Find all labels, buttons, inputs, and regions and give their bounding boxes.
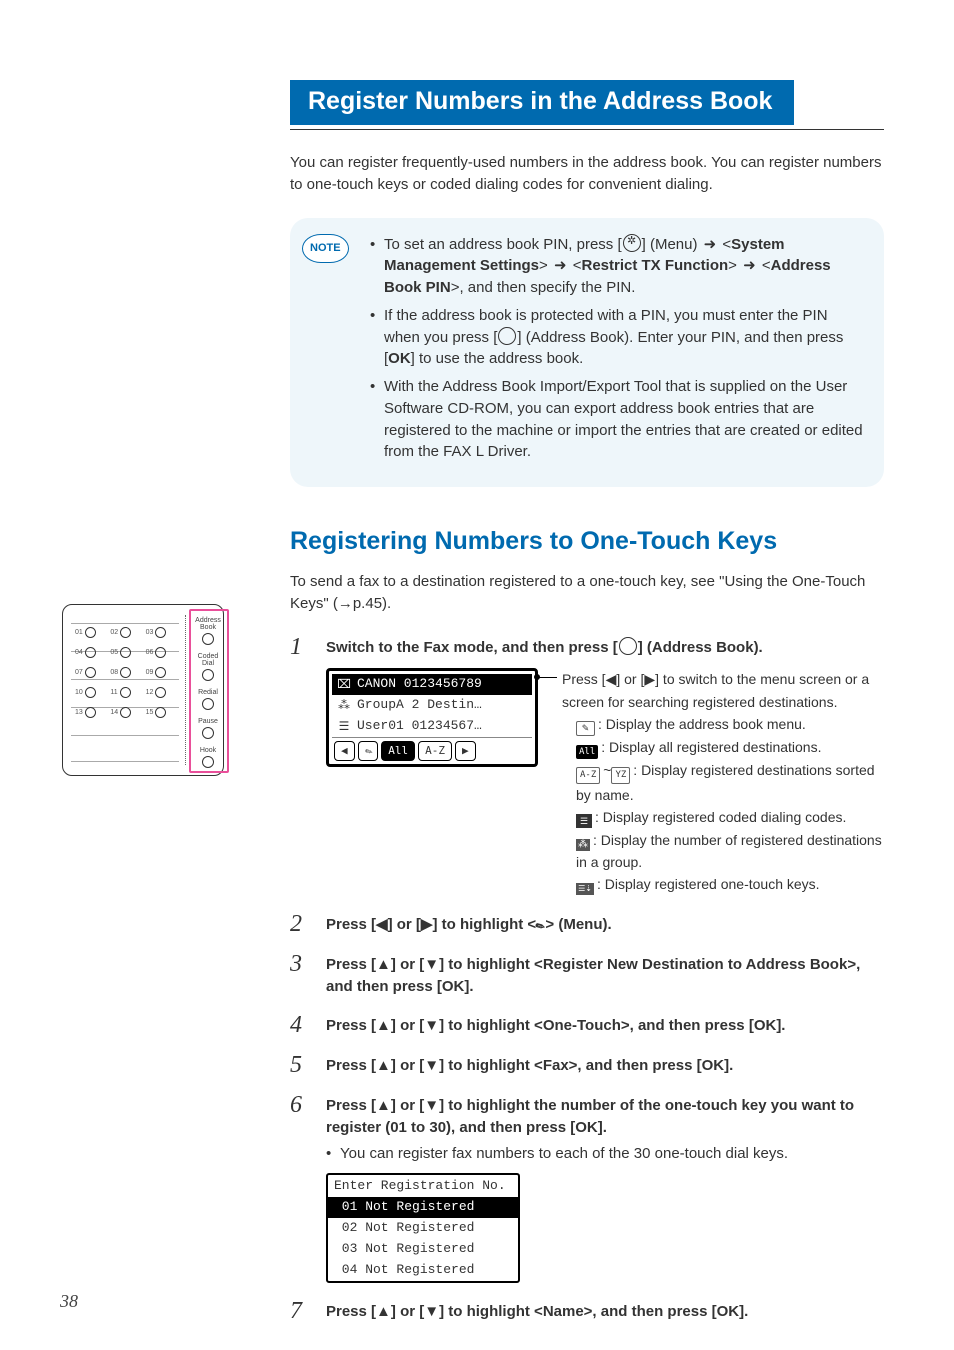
lcd-address-book: ⌧CANON 0123456789 ⁂GroupA 2 Destin… ☰Use… (326, 668, 538, 766)
step-5: 5 Press [▲] or [▼] to highlight <Fax>, a… (290, 1055, 884, 1077)
step-number: 5 (290, 1053, 310, 1077)
step-3: 3 Press [▲] or [▼] to highlight <Registe… (290, 954, 884, 998)
note-item-2: If the address book is protected with a … (370, 305, 866, 370)
step-number: 1 (290, 635, 310, 659)
step-number: 6 (290, 1093, 310, 1117)
device-panel-figure: 01 02 03 04 05 06 07 08 09 10 11 12 13 1… (62, 604, 257, 804)
coded-icon: ☰ (576, 814, 592, 828)
step-number: 3 (290, 952, 310, 976)
note-box: NOTE To set an address book PIN, press [… (290, 218, 884, 488)
step-2: 2 Press [◀] or [▶] to highlight <✎> (Men… (290, 914, 884, 936)
note-item-1: To set an address book PIN, press [] (Me… (370, 234, 866, 299)
page-number: 38 (60, 1291, 78, 1312)
step-6: 6 Press [▲] or [▼] to highlight the numb… (290, 1095, 884, 1282)
step-4: 4 Press [▲] or [▼] to highlight <One-Tou… (290, 1015, 884, 1037)
section-title-banner: Register Numbers in the Address Book (290, 80, 794, 125)
legend: Press [◀] or [▶] to switch to the menu s… (562, 668, 884, 896)
menu-gear-icon (623, 234, 641, 252)
lcd-registration: Enter Registration No. 01 Not Registered… (326, 1173, 520, 1283)
pencil-icon: ✎ (576, 721, 595, 736)
subsection-intro: To send a fax to a destination registere… (290, 571, 884, 615)
highlight-box (189, 609, 229, 773)
lcd-tab-left: ◀ (334, 741, 355, 761)
group-icon: ⁂ (576, 839, 590, 851)
step-1: 1 Switch to the Fax mode, and then press… (290, 637, 884, 896)
step-number: 7 (290, 1299, 310, 1323)
lcd-tab-all: All (381, 741, 415, 761)
circle-icon (619, 637, 637, 655)
lcd-tab-az: A-Z (418, 741, 452, 761)
note-badge: NOTE (302, 234, 349, 264)
range-a-icon: A-Z (576, 767, 600, 783)
step-number: 2 (290, 912, 310, 936)
range-b-icon: YZ (611, 767, 630, 783)
subsection-heading: Registering Numbers to One-Touch Keys (290, 527, 884, 556)
onetouch-icon: ☰⇣ (576, 883, 594, 895)
step-7: 7 Press [▲] or [▼] to highlight <Name>, … (290, 1301, 884, 1323)
step-number: 4 (290, 1013, 310, 1037)
lcd-tab-right: ▶ (455, 741, 476, 761)
all-icon: All (576, 745, 598, 759)
circle-icon (498, 327, 516, 345)
note-item-3: With the Address Book Import/Export Tool… (370, 376, 866, 463)
intro-text: You can register frequently-used numbers… (290, 152, 884, 196)
lcd-tab-menu: ✎ (358, 741, 379, 761)
